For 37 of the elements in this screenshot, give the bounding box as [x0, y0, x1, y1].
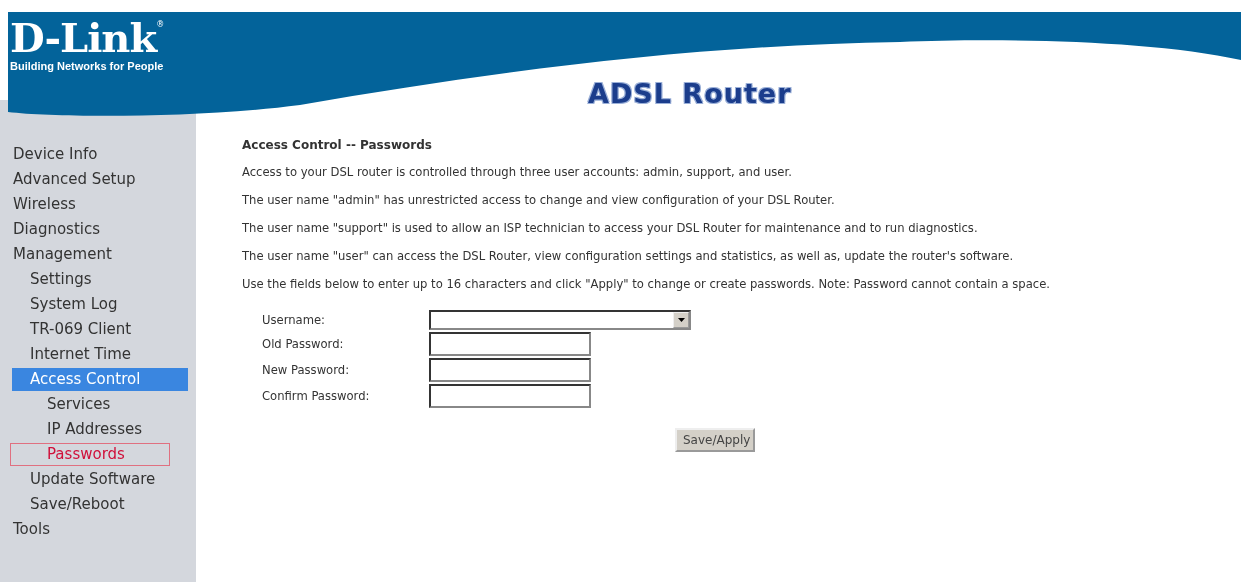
paragraph: Use the fields below to enter up to 16 characters and click "Apply" to change or create passwords. Note: Password cannot contain a space. — [242, 277, 1052, 292]
sidebar-item[interactable]: Access Control — [12, 368, 188, 391]
save-apply-button[interactable]: Save/Apply — [675, 428, 755, 452]
dropdown-button[interactable] — [673, 312, 689, 328]
sidebar-item[interactable]: TR-069 Client — [25, 318, 137, 341]
sidebar-item[interactable]: Save/Reboot — [25, 493, 130, 516]
sidebar-item[interactable]: Wireless — [8, 193, 81, 216]
section-heading: Access Control -- Passwords — [242, 138, 433, 152]
sidebar-item[interactable]: Update Software — [25, 468, 161, 491]
password-field[interactable] — [429, 358, 591, 382]
password-field[interactable] — [429, 384, 591, 408]
paragraph: Access to your DSL router is controlled through three user accounts: admin, support, and user. — [242, 165, 793, 180]
sidebar-item[interactable]: Advanced Setup — [8, 168, 141, 191]
sidebar-item[interactable]: Settings — [25, 268, 97, 291]
page-title: ADSL Router — [588, 78, 792, 109]
registered-mark: ® — [156, 20, 165, 29]
sidebar-item[interactable]: System Log — [25, 293, 123, 316]
sidebar-item[interactable]: Diagnostics — [8, 218, 106, 241]
paragraph: The user name "admin" has unrestricted access to change and view configuration of your DSL Router. — [242, 193, 836, 208]
field-label: Username: — [262, 313, 326, 327]
logo: D-Link — [10, 18, 157, 58]
sidebar-item[interactable]: Internet Time — [25, 343, 137, 366]
tagline: Building Networks for People — [10, 60, 165, 72]
paragraph: The user name "user" can access the DSL Router, view configuration settings and statistics, as well as, update the router's software. — [242, 249, 1015, 264]
sidebar-item[interactable]: IP Addresses — [42, 418, 148, 441]
field-label: Old Password: — [262, 337, 345, 351]
sidebar-item[interactable]: Management — [8, 243, 117, 266]
password-field[interactable] — [429, 332, 591, 356]
sidebar-item[interactable]: Device Info — [8, 143, 103, 166]
sidebar-item[interactable]: Services — [42, 393, 116, 416]
field-label: New Password: — [262, 363, 351, 377]
username-select[interactable] — [429, 310, 691, 330]
sidebar-item[interactable]: Tools — [8, 518, 55, 541]
sidebar-item[interactable]: Passwords — [10, 443, 170, 466]
caret-icon — [677, 318, 685, 322]
paragraph: The user name "support" is used to allow an ISP technician to access your DSL Router for maintenance and to run diagnostics. — [242, 221, 979, 236]
field-label: Confirm Password: — [262, 389, 371, 403]
